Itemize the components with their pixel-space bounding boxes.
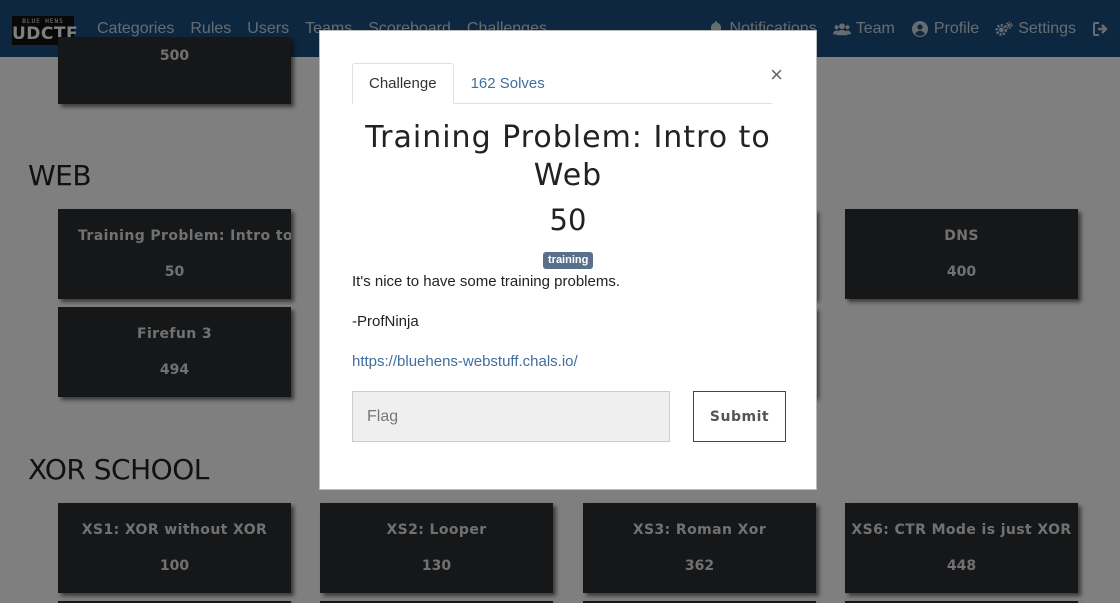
challenge-modal: Challenge 162 Solves × Training Problem:… [319, 30, 817, 490]
tab-solves[interactable]: 162 Solves [454, 63, 561, 104]
challenge-title: Training Problem: Intro to Web [365, 120, 771, 193]
tab-challenge[interactable]: Challenge [352, 63, 454, 104]
close-icon[interactable]: × [770, 64, 783, 86]
challenge-description: It's nice to have some training problems… [352, 273, 620, 290]
challenge-link[interactable]: https://bluehens-webstuff.chals.io/ [352, 353, 578, 370]
modal-tabs: Challenge 162 Solves [352, 63, 772, 104]
challenge-author: -ProfNinja [352, 313, 419, 330]
flag-input[interactable] [352, 391, 670, 442]
submit-button[interactable]: Submit [693, 391, 786, 442]
challenge-value: 50 [549, 203, 587, 237]
challenge-tag-badge: training [543, 252, 594, 269]
